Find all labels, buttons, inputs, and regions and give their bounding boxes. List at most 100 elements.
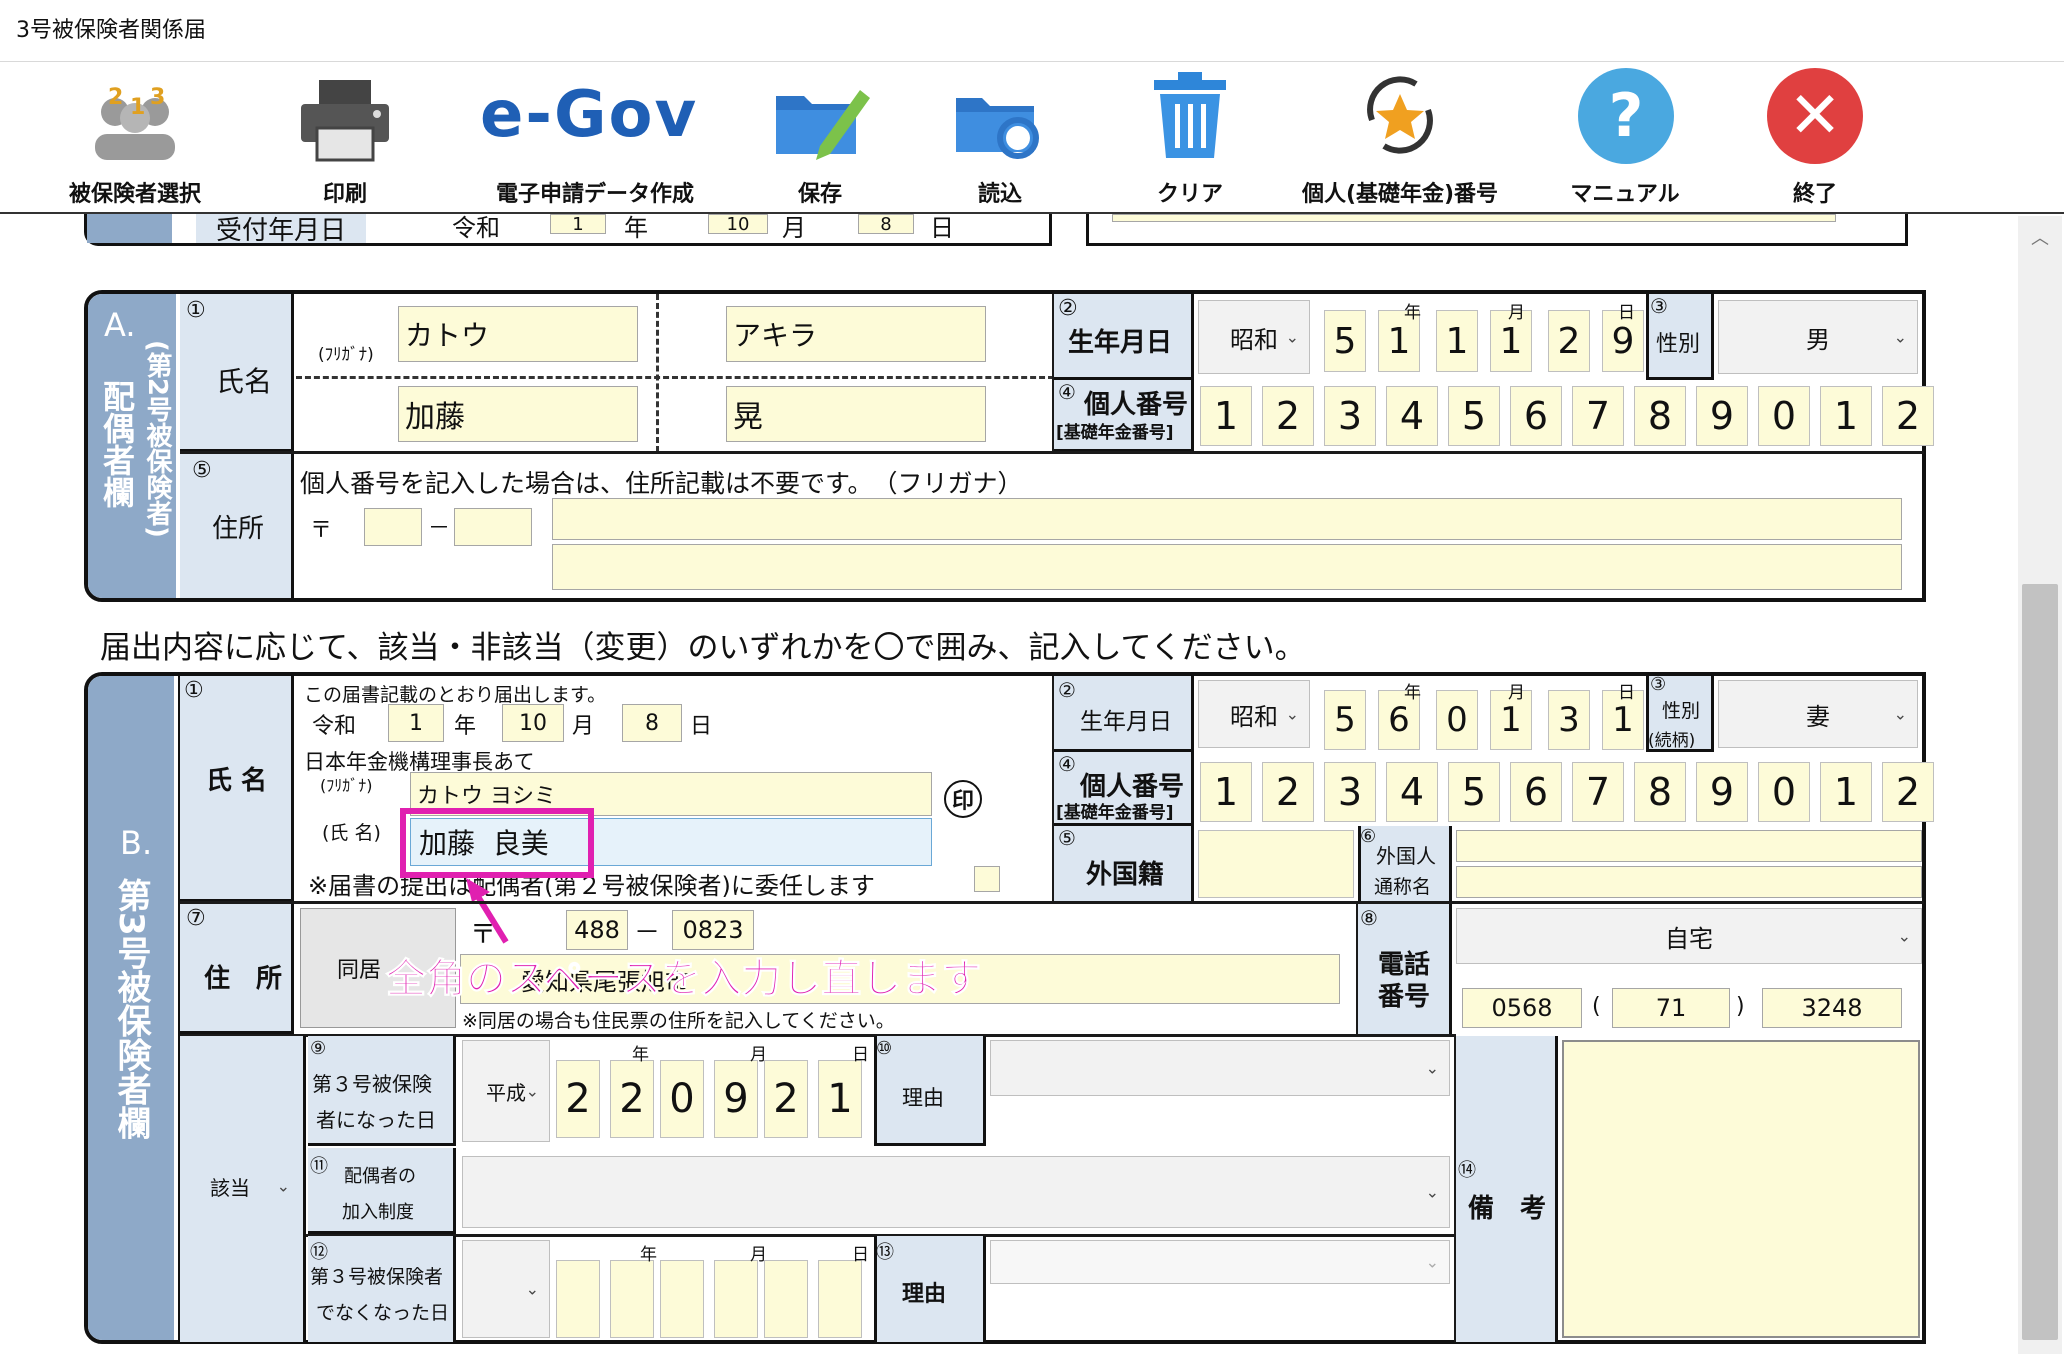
b-pension-select[interactable]: ⌄ (462, 1156, 1450, 1228)
a-num-digit[interactable]: 4 (1386, 386, 1438, 446)
exit-button[interactable]: ✕ 終了 (1750, 58, 1880, 208)
a-dob-digit[interactable]: 2 (1548, 310, 1590, 372)
personal-number-button[interactable]: 個人(基礎年金)番号 (1290, 58, 1510, 208)
b-num-digit[interactable]: 3 (1324, 762, 1376, 822)
b-alias-field[interactable] (1456, 866, 1922, 898)
b-remarks-field[interactable] (1562, 1040, 1920, 1338)
a-num-digit[interactable]: 7 (1572, 386, 1624, 446)
b-status-select[interactable]: 該当 ⌄ (190, 1164, 300, 1208)
a-num-digit[interactable]: 3 (1324, 386, 1376, 446)
manual-label: マニュアル (1570, 182, 1680, 207)
b-phone-type-value: 自宅 (1665, 924, 1713, 953)
b-date-day[interactable]: 8 (622, 704, 682, 742)
b-phone2[interactable]: 71 (1612, 988, 1730, 1028)
load-button[interactable]: 読込 (940, 58, 1060, 208)
b-reason-select[interactable]: ⌄ (990, 1040, 1450, 1096)
b-num-digit[interactable]: 8 (1634, 762, 1686, 822)
receipt-day[interactable]: 8 (858, 214, 914, 234)
manual-button[interactable]: ? マニュアル (1560, 58, 1690, 208)
a-name-last[interactable]: 加藤 (398, 386, 638, 442)
a-circ5: ⑤ (192, 458, 212, 483)
b-date-year[interactable]: 1 (388, 704, 444, 742)
a-address-kana[interactable] (552, 498, 1902, 540)
a-sex-select[interactable]: 男 ⌄ (1718, 300, 1918, 374)
b-delegate-checkbox[interactable] (974, 866, 1000, 892)
b-circ12: ⑫ (310, 1242, 328, 1263)
b-became-digit[interactable]: 2 (764, 1060, 808, 1138)
b-reason2-select[interactable]: ⌄ (990, 1240, 1450, 1284)
receipt-day-unit: 日 (930, 214, 954, 242)
b-became-era-select[interactable]: 平成 ⌄ (462, 1040, 550, 1142)
scroll-up-icon[interactable]: ︿ (2018, 222, 2062, 252)
a-era-select[interactable]: 昭和 ⌄ (1198, 300, 1310, 374)
chevron-down-icon: ⌄ (1893, 704, 1907, 724)
b-date-month[interactable]: 10 (502, 704, 564, 742)
b-became-digit[interactable]: 2 (610, 1060, 654, 1138)
b-num-digit[interactable]: 2 (1882, 762, 1934, 822)
a-dob-digit[interactable]: 1 (1436, 310, 1478, 372)
b-sex-select[interactable]: 妻 ⌄ (1718, 680, 1918, 748)
help-icon: ? (1578, 68, 1674, 164)
b-num-digit[interactable]: 5 (1448, 762, 1500, 822)
a-dob-digit[interactable]: 5 (1324, 310, 1366, 372)
b-num-digit[interactable]: 7 (1572, 762, 1624, 822)
receipt-year[interactable]: 1 (550, 214, 606, 234)
b-ceased-digit[interactable] (556, 1260, 600, 1338)
b-ceased-digit[interactable] (818, 1260, 862, 1338)
b-remarks-label: 備 考 (1468, 1194, 1547, 1224)
b-num-digit[interactable]: 4 (1386, 762, 1438, 822)
b-num-digit[interactable]: 2 (1262, 762, 1314, 822)
scrollbar-thumb[interactable] (2022, 584, 2058, 1340)
b-became-digit[interactable]: 2 (556, 1060, 600, 1138)
b-num-digit[interactable]: 0 (1758, 762, 1810, 822)
select-insured-button[interactable]: 2 1 3 被保険者選択 (60, 58, 210, 208)
a-num-digit[interactable]: 0 (1758, 386, 1810, 446)
a-postal1[interactable] (364, 508, 422, 546)
b-ceased-era-select[interactable]: ⌄ (462, 1240, 550, 1338)
egov-button[interactable]: e-Gov 電子申請データ作成 (460, 58, 730, 208)
b-ceased-digit[interactable] (764, 1260, 808, 1338)
a-name-first[interactable]: 晃 (726, 386, 986, 442)
a-num-digit[interactable]: 5 (1448, 386, 1500, 446)
a-num-digit[interactable]: 6 (1510, 386, 1562, 446)
receipt-month[interactable]: 10 (708, 214, 768, 234)
clear-button[interactable]: クリア (1130, 58, 1250, 208)
b-postal2[interactable]: 0823 (672, 910, 754, 950)
a-num-digit[interactable]: 2 (1882, 386, 1934, 446)
b-became-digit[interactable]: 1 (818, 1060, 862, 1138)
b-dob-digit[interactable]: 5 (1324, 690, 1366, 750)
b-phone1[interactable]: 0568 (1462, 988, 1582, 1028)
b-phone-type-select[interactable]: 自宅 ⌄ (1456, 908, 1922, 964)
vertical-scrollbar[interactable]: ︿ (2018, 216, 2062, 1354)
receipt-year-unit: 年 (624, 214, 648, 242)
save-button[interactable]: 保存 (760, 58, 880, 208)
b-num-digit[interactable]: 1 (1820, 762, 1872, 822)
a-kana-first[interactable]: アキラ (726, 306, 986, 362)
b-dob-digit[interactable]: 0 (1436, 690, 1478, 750)
b-ceased-digit[interactable] (660, 1260, 704, 1338)
b-became-digit[interactable]: 0 (660, 1060, 704, 1138)
b-dob-digit[interactable]: 3 (1548, 690, 1590, 750)
b-phone3[interactable]: 3248 (1762, 988, 1902, 1028)
a-kana-last[interactable]: カトウ (398, 306, 638, 362)
a-num-digit[interactable]: 9 (1696, 386, 1748, 446)
b-foreign-field[interactable] (1198, 830, 1354, 898)
b-postal1[interactable]: 488 (566, 910, 628, 950)
a-num-digit[interactable]: 8 (1634, 386, 1686, 446)
b-became-digit[interactable]: 9 (714, 1060, 758, 1138)
print-button[interactable]: 印刷 (270, 58, 420, 208)
a-num-digit[interactable]: 2 (1262, 386, 1314, 446)
a-num-digit[interactable]: 1 (1820, 386, 1872, 446)
b-alias-label1: 外国人 (1376, 844, 1436, 868)
a-postal2[interactable] (454, 508, 532, 546)
a-address-field[interactable] (552, 544, 1902, 590)
b-ceased-digit[interactable] (610, 1260, 654, 1338)
b-num-digit[interactable]: 1 (1200, 762, 1252, 822)
b-num-digit[interactable]: 9 (1696, 762, 1748, 822)
b-num-digit[interactable]: 6 (1510, 762, 1562, 822)
office-field[interactable] (1112, 214, 1836, 222)
b-era-select[interactable]: 昭和 ⌄ (1198, 680, 1310, 748)
a-num-digit[interactable]: 1 (1200, 386, 1252, 446)
b-alias-kana[interactable] (1456, 830, 1922, 862)
b-ceased-digit[interactable] (714, 1260, 758, 1338)
